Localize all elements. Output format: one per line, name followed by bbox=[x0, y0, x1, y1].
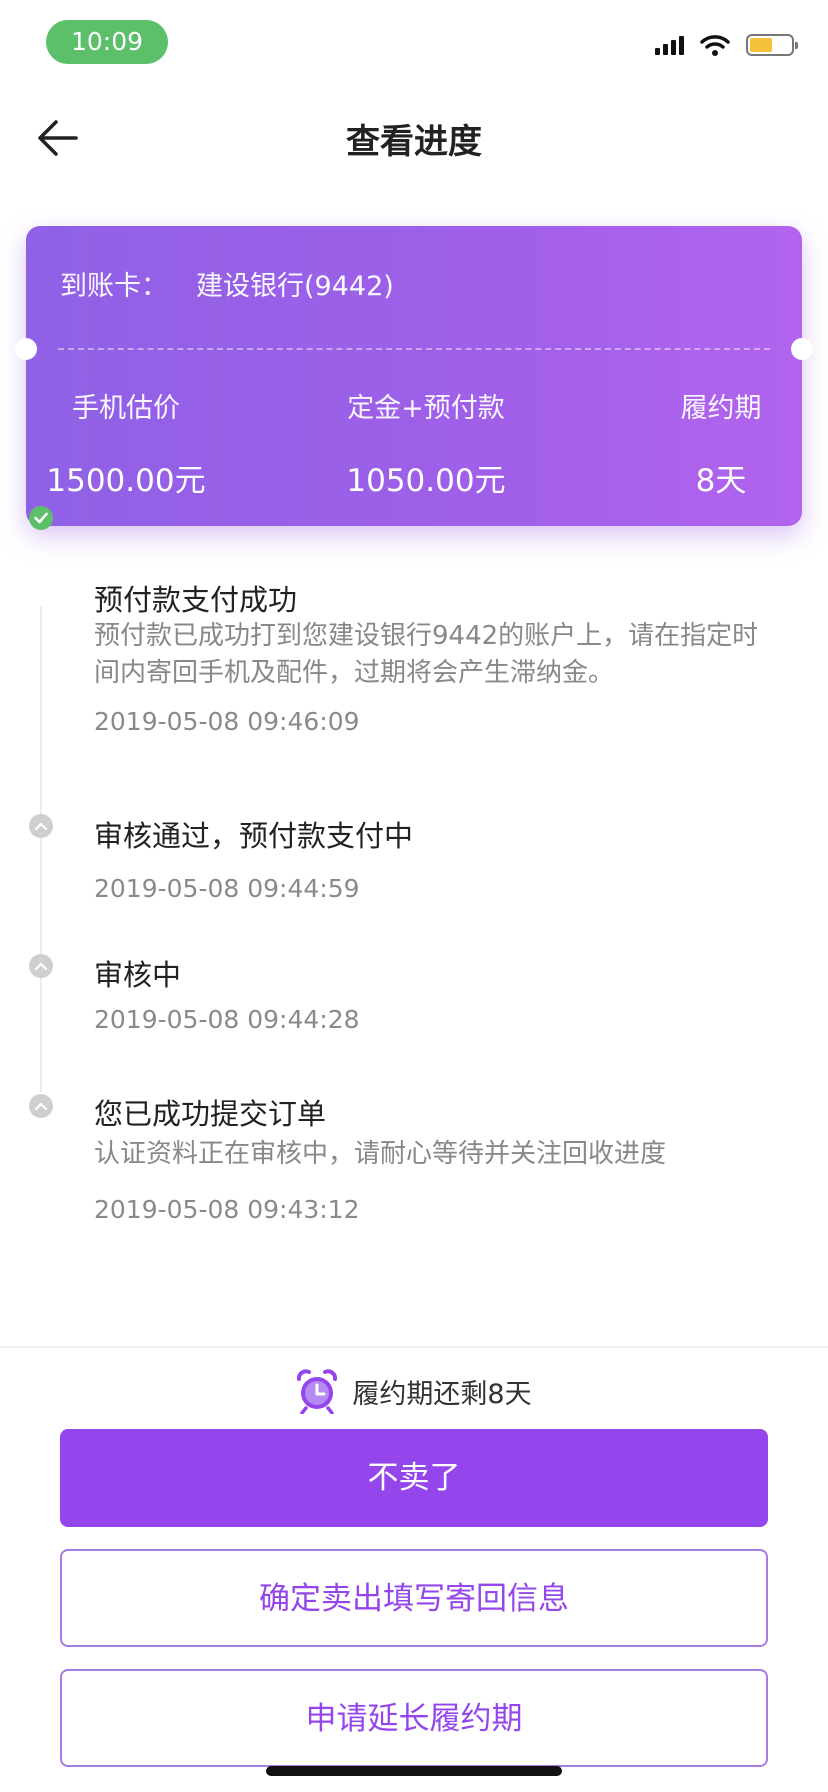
phone-valuation: 手机估价 1500.00元 bbox=[36, 386, 216, 500]
alarm-clock-icon bbox=[297, 1369, 338, 1414]
timeline-title: 审核中 bbox=[94, 958, 182, 992]
timeline-time: 2019-05-08 09:44:28 bbox=[94, 1005, 360, 1034]
timeline-title: 您已成功提交订单 bbox=[94, 1097, 327, 1131]
deposit-prepayment-value: 1050.00元 bbox=[346, 463, 506, 499]
cancel-sale-button[interactable]: 不卖了 bbox=[60, 1429, 768, 1527]
account-row: 到账卡： 建设银行(9442) bbox=[60, 264, 394, 303]
performance-period-label: 履约期 bbox=[680, 393, 762, 424]
card-divider bbox=[58, 348, 770, 350]
chevron-up-circle-icon bbox=[29, 954, 53, 978]
timeline-time: 2019-05-08 09:46:09 bbox=[94, 707, 360, 736]
deposit-prepayment: 定金+预付款 1050.00元 bbox=[326, 386, 526, 500]
check-circle-icon bbox=[29, 506, 53, 530]
timeline-desc: 预付款已成功打到您建设银行9442的账户上，请在指定时间内寄回手机及配件，过期将… bbox=[94, 621, 759, 688]
order-summary-card: 到账卡： 建设银行(9442) 手机估价 1500.00元 定金+预付款 1050… bbox=[15, 226, 813, 526]
bottom-divider bbox=[0, 1346, 828, 1348]
countdown-text: 履约期还剩8天 bbox=[352, 1378, 532, 1410]
status-icons bbox=[655, 34, 798, 56]
phone-valuation-label: 手机估价 bbox=[72, 393, 180, 424]
timeline-time: 2019-05-08 09:43:12 bbox=[94, 1195, 360, 1224]
performance-period-value: 8天 bbox=[695, 463, 747, 499]
timeline-time: 2019-05-08 09:44:59 bbox=[94, 874, 360, 903]
account-label: 到账卡： bbox=[60, 271, 168, 302]
bank-account: 建设银行(9442) bbox=[196, 271, 394, 302]
chevron-up-circle-icon bbox=[29, 1094, 53, 1118]
confirm-sale-button[interactable]: 确定卖出填写寄回信息 bbox=[60, 1549, 768, 1647]
battery-charging-icon bbox=[746, 34, 798, 56]
phone-valuation-value: 1500.00元 bbox=[46, 463, 206, 499]
chevron-up-circle-icon bbox=[29, 814, 53, 838]
deposit-prepayment-label: 定金+预付款 bbox=[347, 393, 505, 424]
timeline-title: 审核通过，预付款支付中 bbox=[94, 819, 414, 853]
timeline-line bbox=[40, 606, 42, 1092]
card-notch-left bbox=[15, 338, 37, 360]
home-indicator[interactable] bbox=[266, 1766, 562, 1776]
performance-period: 履约期 8天 bbox=[646, 386, 796, 500]
nav-bar: 查看进度 bbox=[0, 86, 828, 190]
wifi-icon bbox=[700, 35, 730, 56]
card-notch-right bbox=[791, 338, 813, 360]
performance-countdown: 履约期还剩8天 bbox=[0, 1364, 828, 1418]
page-title: 查看进度 bbox=[346, 122, 482, 162]
status-bar: 10:09 bbox=[0, 0, 828, 86]
cellular-signal-icon bbox=[655, 35, 684, 55]
timeline-desc: 认证资料正在审核中，请耐心等待并关注回收进度 bbox=[94, 1139, 667, 1169]
timeline-title: 预付款支付成功 bbox=[94, 583, 298, 617]
extend-period-button[interactable]: 申请延长履约期 bbox=[60, 1669, 768, 1767]
status-time: 10:09 bbox=[46, 20, 168, 64]
